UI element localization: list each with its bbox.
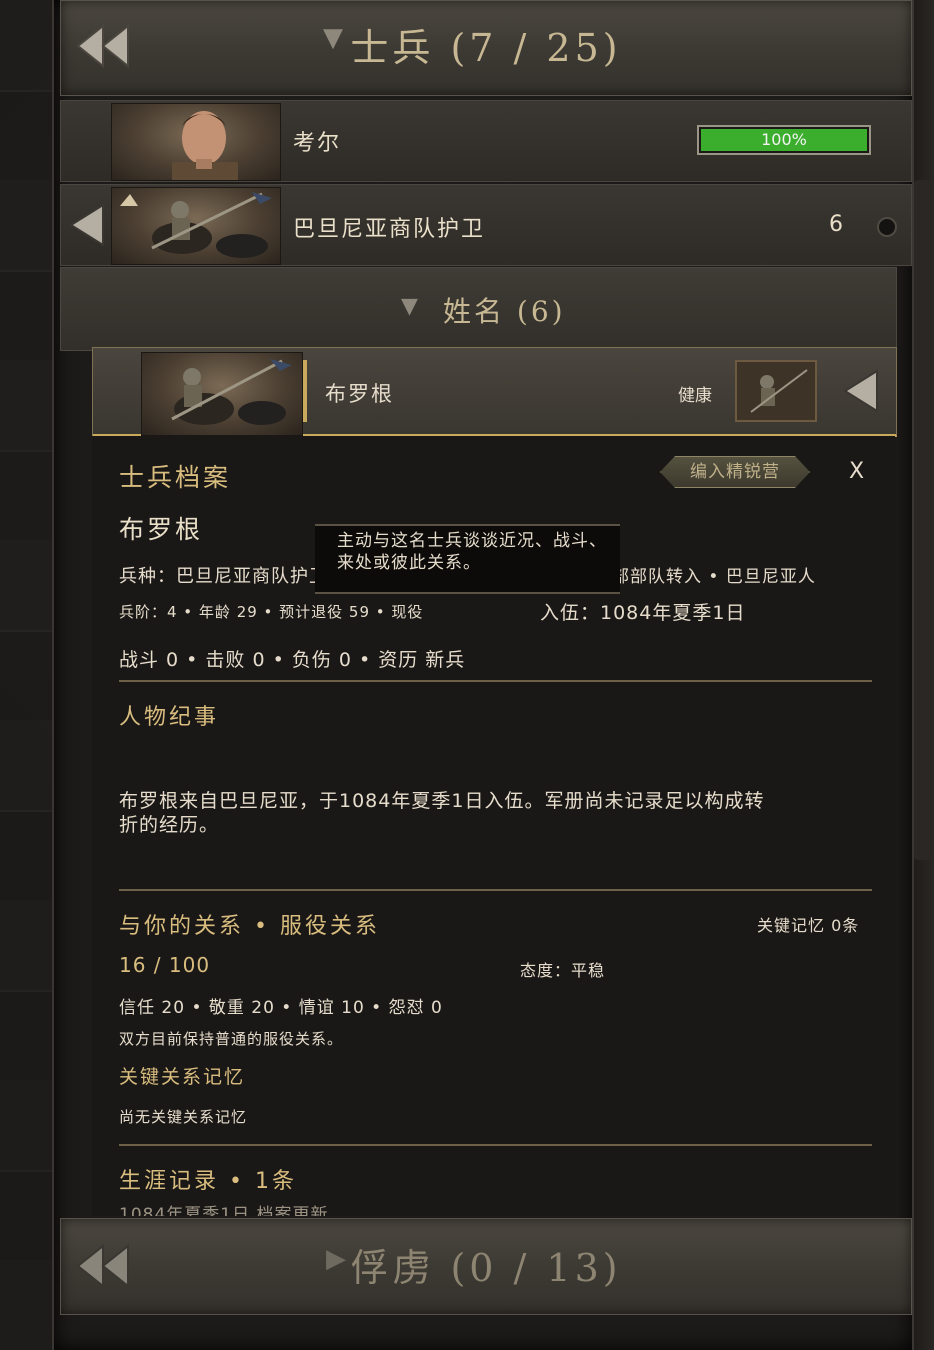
profile-section-title: 士兵档案 xyxy=(119,463,232,492)
equipment-thumbnail[interactable] xyxy=(735,360,817,422)
career-entry: 1084年夏季1日 档案更新 xyxy=(119,1205,329,1216)
troop-row-group[interactable]: 巴旦尼亚商队护卫 6 xyxy=(60,184,912,266)
relation-score: 16 / 100 xyxy=(119,953,211,977)
prisoners-section-header[interactable]: ▶ 俘虏 (0 / 13) xyxy=(60,1218,912,1315)
name-section-title: 姓名 (6) xyxy=(443,295,566,328)
relation-stats: 信任 20 • 敬重 20 • 情谊 10 • 怨怼 0 xyxy=(119,998,443,1018)
attitude: 态度：平稳 xyxy=(520,961,606,980)
troop-group-count: 6 xyxy=(829,212,845,237)
troop-type-line: 兵种：巴旦尼亚商队护卫 xyxy=(119,566,328,587)
soldier-portrait xyxy=(141,352,303,436)
lord-name: 考尔 xyxy=(293,131,342,156)
bio-text-line-1: 布罗根来自巴旦尼亚，于1084年夏季1日入伍。军册尚未记录足以构成转 xyxy=(119,790,765,812)
soldier-name: 布罗根 xyxy=(325,382,394,406)
troop-portrait xyxy=(111,187,281,265)
relation-description: 双方目前保持普通的服役关系。 xyxy=(119,1030,344,1048)
divider xyxy=(119,889,872,891)
divider xyxy=(119,1144,872,1146)
scrollbar-thumb[interactable] xyxy=(914,180,930,860)
enlist-date: 入伍：1084年夏季1日 xyxy=(540,602,746,624)
key-memory-empty: 尚无关键关系记忆 xyxy=(119,1108,248,1126)
scrollbar[interactable] xyxy=(912,0,934,1350)
key-memory-count: 关键记忆 0条 xyxy=(757,916,860,935)
combat-stats: 战斗 0 • 击败 0 • 负伤 0 • 资历 新兵 xyxy=(119,649,466,671)
profile-soldier-name: 布罗根 xyxy=(119,515,204,544)
talk-tooltip: 主动与这名士兵谈谈近况、战斗、来处或彼此关系。 xyxy=(315,524,620,594)
collapse-arrow-left-icon[interactable] xyxy=(841,368,881,414)
selection-divider xyxy=(303,360,307,422)
chevron-down-icon: ▼ xyxy=(401,294,418,319)
divider xyxy=(119,680,872,682)
key-memory-title: 关键关系记忆 xyxy=(119,1066,246,1088)
name-section-header[interactable]: ▼ 姓名 (6) xyxy=(60,267,897,351)
expand-arrow-left-icon[interactable] xyxy=(67,203,107,247)
lord-health-bar: 100% xyxy=(697,125,871,155)
career-title: 生涯记录 • 1条 xyxy=(119,1169,297,1194)
lord-portrait xyxy=(111,103,281,181)
health-bar-label: 100% xyxy=(761,130,807,149)
troops-title: 士兵 (7 / 25) xyxy=(350,26,622,70)
troop-type-icon xyxy=(120,194,138,206)
close-button[interactable]: X xyxy=(849,459,864,484)
troops-section-header[interactable]: ▼ 士兵 (7 / 25) xyxy=(60,0,912,96)
stone-wall-left xyxy=(0,0,55,1350)
selected-soldier-row[interactable]: 布罗根 健康 xyxy=(92,347,897,437)
assign-elite-button[interactable]: 编入精锐营 xyxy=(660,456,810,488)
bio-text-line-2: 折的经历。 xyxy=(119,814,220,836)
prisoners-title: 俘虏 (0 / 13) xyxy=(350,1246,622,1290)
rank-line: 兵阶：4 • 年龄 29 • 预计退役 59 • 现役 xyxy=(119,603,424,621)
bio-title: 人物纪事 xyxy=(119,705,220,730)
relation-title: 与你的关系 • 服役关系 xyxy=(119,914,380,939)
troop-group-name: 巴旦尼亚商队护卫 xyxy=(293,217,486,242)
upgrade-indicator-icon[interactable] xyxy=(875,215,899,239)
soldier-status: 健康 xyxy=(678,386,712,406)
